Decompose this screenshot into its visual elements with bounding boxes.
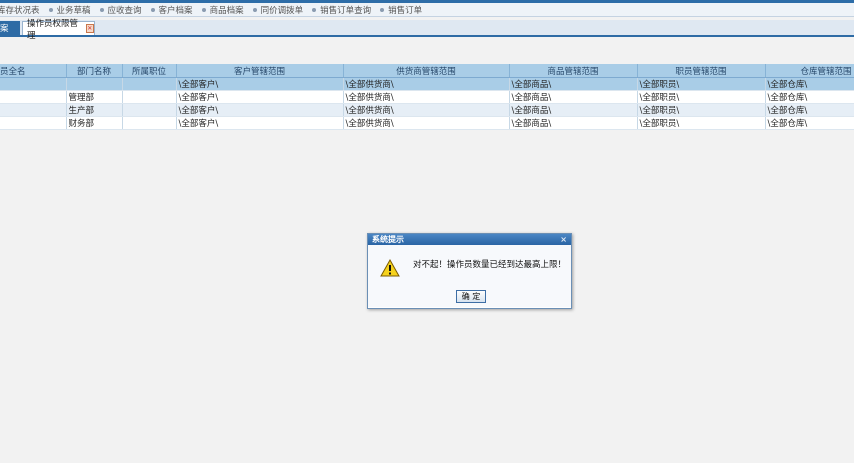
col-header-customer-scope[interactable]: 客户管辖范围 [176, 64, 344, 78]
tab-previous[interactable]: 案 [0, 21, 20, 35]
warning-icon [380, 259, 400, 277]
quicklink-customer-files[interactable]: 客户档案 [150, 4, 193, 16]
cell-warehouse-scope: \全部仓库\ [765, 103, 854, 117]
cell-supplier-scope: \全部供货商\ [343, 77, 510, 91]
cell-position [122, 103, 177, 117]
quicklink-sales-order[interactable]: 销售订单 [380, 4, 422, 16]
system-alert-dialog: 系统提示 × 对不起！操作员数量已经到达最高上限！ 确 定 [367, 233, 572, 309]
cell-operator [0, 90, 67, 104]
quicklink-transfer-order[interactable]: 同价调拨单 [252, 4, 304, 16]
cell-staff-scope: \全部职员\ [637, 77, 766, 91]
quicklink-sales-order-query[interactable]: 销售订单查询 [312, 4, 371, 16]
bullet-icon [252, 7, 257, 12]
quicklink-label: 同价调拨单 [260, 5, 304, 16]
cell-department: 管理部 [66, 90, 123, 104]
quicklink-label: 商品档案 [209, 5, 244, 16]
grid-header-row: 员全名 部门名称 所属职位 客户管辖范围 供货商管辖范围 商品管辖范围 职员管辖… [0, 64, 854, 78]
bullet-icon [201, 7, 206, 12]
permissions-grid: 员全名 部门名称 所属职位 客户管辖范围 供货商管辖范围 商品管辖范围 职员管辖… [0, 64, 854, 130]
cell-position [122, 116, 177, 130]
quicklink-label: 销售订单 [388, 5, 423, 16]
col-header-position[interactable]: 所属职位 [122, 64, 177, 78]
cell-product-scope: \全部商品\ [509, 77, 638, 91]
cell-operator [0, 116, 67, 130]
cell-staff-scope: \全部职员\ [637, 90, 766, 104]
col-header-staff-scope[interactable]: 职员管辖范围 [637, 64, 766, 78]
bullet-icon [99, 7, 104, 12]
cell-product-scope: \全部商品\ [509, 103, 638, 117]
quicklink-label: 客户档案 [158, 5, 193, 16]
cell-department: 财务部 [66, 116, 123, 130]
col-header-department[interactable]: 部门名称 [66, 64, 123, 78]
tab-close-icon[interactable]: ✕ [85, 24, 94, 33]
close-icon[interactable]: × [560, 235, 567, 244]
cell-supplier-scope: \全部供货商\ [343, 103, 510, 117]
quicklink-product-files[interactable]: 商品档案 [201, 4, 244, 16]
cell-product-scope: \全部商品\ [509, 116, 638, 130]
cell-warehouse-scope: \全部仓库\ [765, 116, 854, 130]
cell-staff-scope: \全部职员\ [637, 103, 766, 117]
bullet-icon [312, 7, 317, 12]
table-row[interactable]: \全部客户\ \全部供货商\ \全部商品\ \全部职员\ \全部仓库\ [0, 77, 854, 91]
tab-label: 案 [0, 24, 9, 34]
cell-position [122, 90, 177, 104]
tab-label: 操作员权限管理 [27, 18, 79, 41]
tab-bar: 案 操作员权限管理 ✕ [0, 19, 854, 41]
dialog-body: 对不起！操作员数量已经到达最高上限！ 确 定 [368, 245, 571, 307]
dialog-title: 系统提示 [372, 235, 404, 244]
cell-staff-scope: \全部职员\ [637, 116, 766, 130]
cell-product-scope: \全部商品\ [509, 90, 638, 104]
quicklink-inventory-status[interactable]: 库存状况表 [0, 4, 40, 16]
table-row[interactable]: 财务部 \全部客户\ \全部供货商\ \全部商品\ \全部职员\ \全部仓库\ [0, 116, 854, 130]
table-row[interactable]: 管理部 \全部客户\ \全部供货商\ \全部商品\ \全部职员\ \全部仓库\ [0, 90, 854, 104]
table-row[interactable]: 生产部 \全部客户\ \全部供货商\ \全部商品\ \全部职员\ \全部仓库\ [0, 103, 854, 117]
ok-button[interactable]: 确 定 [456, 290, 486, 303]
cell-operator [0, 77, 67, 91]
cell-warehouse-scope: \全部仓库\ [765, 90, 854, 104]
cell-customer-scope: \全部客户\ [176, 77, 344, 91]
cell-operator [0, 103, 67, 117]
cell-supplier-scope: \全部供货商\ [343, 116, 510, 130]
quicklink-business-drafts[interactable]: 业务草稿 [48, 4, 91, 16]
bullet-icon [150, 7, 155, 12]
cell-customer-scope: \全部客户\ [176, 90, 344, 104]
quicklink-receivables-query[interactable]: 应收查询 [99, 4, 142, 16]
col-header-product-scope[interactable]: 商品管辖范围 [509, 64, 638, 78]
quick-links-bar: 库存状况表 业务草稿 应收查询 客户档案 商品档案 同价调拨单 销售订单查询 销… [0, 3, 854, 17]
dialog-titlebar[interactable]: 系统提示 × [368, 234, 571, 245]
quicklink-label: 应收查询 [107, 5, 142, 16]
quicklink-label: 销售订单查询 [320, 5, 372, 16]
cell-supplier-scope: \全部供货商\ [343, 90, 510, 104]
quicklink-label: 库存状况表 [0, 5, 40, 16]
col-header-warehouse-scope[interactable]: 仓库管辖范围 [765, 64, 854, 78]
bullet-icon [380, 7, 385, 12]
col-header-operator-name[interactable]: 员全名 [0, 64, 67, 78]
dialog-message: 对不起！操作员数量已经到达最高上限！ [413, 260, 567, 270]
cell-department [66, 77, 123, 91]
cell-customer-scope: \全部客户\ [176, 116, 344, 130]
cell-warehouse-scope: \全部仓库\ [765, 77, 854, 91]
cell-position [122, 77, 177, 91]
quicklink-label: 业务草稿 [56, 5, 91, 16]
col-header-supplier-scope[interactable]: 供货商管辖范围 [343, 64, 510, 78]
bullet-icon [48, 7, 53, 12]
cell-department: 生产部 [66, 103, 123, 117]
cell-customer-scope: \全部客户\ [176, 103, 344, 117]
tab-operator-permissions[interactable]: 操作员权限管理 ✕ [22, 19, 95, 41]
